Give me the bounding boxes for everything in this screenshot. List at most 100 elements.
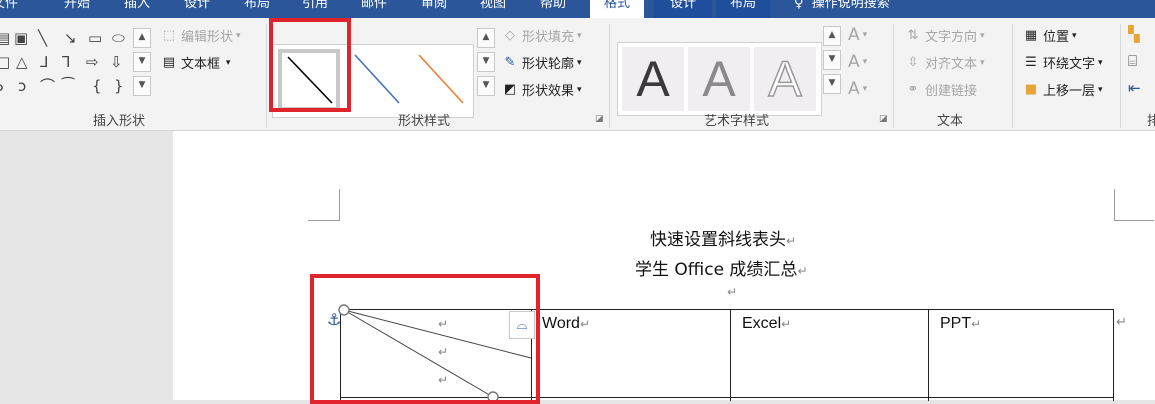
text-box-label: 文本框: [181, 57, 221, 72]
wrap-text-button[interactable]: ☰ 环绕文字 ▾: [1022, 53, 1102, 73]
bring-forward-button[interactable]: ■ 上移一层 ▾: [1022, 80, 1103, 100]
wordart-more-button[interactable]: ▼: [823, 74, 841, 94]
tab-file[interactable]: 文件: [0, 0, 18, 18]
align-text-button[interactable]: ⇳ 对齐文本 ▾: [904, 53, 985, 73]
style-more-button[interactable]: ▼: [477, 76, 495, 96]
wordart-style-gray[interactable]: A: [688, 47, 750, 111]
shape-effects-label: 形状效果: [522, 84, 575, 99]
shape-textbox-icon[interactable]: ▣: [14, 30, 28, 46]
text-fill-icon: A: [848, 25, 860, 45]
text-box-button[interactable]: ▤ 文本框 ▾: [160, 53, 231, 73]
tab-insert[interactable]: 插入: [124, 0, 150, 18]
shape-curve-icon[interactable]: ʖ: [0, 78, 4, 94]
tell-me-search[interactable]: ♀ 操作说明搜索: [794, 0, 890, 18]
shape-elbow-icon[interactable]: ⅃: [40, 54, 48, 70]
shape-right-brace-icon[interactable]: }: [114, 78, 124, 94]
paragraph-mark: ↵: [786, 234, 797, 248]
group-label-shape-styles: 形状样式: [398, 114, 451, 129]
shape-wave-icon[interactable]: ⁀: [62, 78, 74, 94]
shape-style-orange-line[interactable]: [409, 49, 471, 111]
shape-left-brace-icon[interactable]: {: [92, 78, 102, 94]
text-fill-button[interactable]: A ▾: [848, 25, 867, 45]
style-scroll-down-button[interactable]: ▼: [477, 52, 495, 72]
shape-rect-icon[interactable]: ▭: [88, 30, 102, 46]
create-link-button[interactable]: ⚭ 创建链接: [904, 80, 977, 100]
position-icon: ▦: [1024, 27, 1038, 43]
crop-mark-right-vertical: [1114, 189, 1115, 221]
wordart-scroll-down-button[interactable]: ▼: [823, 50, 841, 70]
shape-triangle-icon[interactable]: △: [16, 54, 28, 70]
title-line2-text: 学生 Office 成绩汇总: [635, 260, 798, 280]
shape-line-icon[interactable]: ╲: [38, 30, 47, 46]
shape-fill-button[interactable]: ◇ 形状填充 ▾: [501, 26, 582, 46]
effects-icon: ◩: [503, 81, 517, 97]
row-end-mark: ↵: [1116, 315, 1127, 330]
wordart-style-outline[interactable]: A: [754, 47, 816, 111]
wrap-text-icon: ☰: [1025, 54, 1037, 70]
edit-shape-button[interactable]: ⬚ 编辑形状 ▾: [160, 26, 241, 46]
text-effects-button[interactable]: A ▾: [848, 79, 867, 99]
tab-layout[interactable]: 布局: [244, 0, 270, 18]
text-effects-icon: A: [848, 79, 860, 99]
document-title-line2[interactable]: 学生 Office 成绩汇总↵: [635, 255, 808, 280]
shape-down-arrow-icon[interactable]: ⇩: [110, 54, 123, 70]
shape-rectangle-icon[interactable]: ▤: [0, 30, 10, 46]
shapes-more-button[interactable]: ▼: [133, 76, 151, 96]
align-objects-icon[interactable]: ⇤: [1128, 80, 1141, 96]
header-cell-word[interactable]: Word↵: [542, 315, 590, 333]
tab-home[interactable]: 开始: [64, 0, 90, 18]
text-direction-button[interactable]: ⇅ 文字方向 ▾: [904, 26, 985, 46]
tab-help[interactable]: 帮助: [540, 0, 566, 18]
shapes-scroll-down-button[interactable]: ▼: [133, 52, 151, 72]
group-divider: [1012, 24, 1013, 128]
cell-mark: ↵: [971, 317, 982, 331]
shapes-scroll-up-button[interactable]: ▲: [133, 28, 151, 48]
shape-styles-dialog-launcher-icon[interactable]: ◪: [595, 114, 604, 124]
shape-right-arrow-icon[interactable]: ⇨: [86, 54, 99, 70]
tab-review[interactable]: 审阅: [421, 0, 447, 18]
header-cell-excel[interactable]: Excel↵: [742, 315, 791, 333]
position-button[interactable]: ▦ 位置 ▾: [1022, 26, 1077, 46]
shape-outline-button[interactable]: ✎ 形状轮廓 ▾: [501, 53, 582, 73]
paragraph-mark: ↵: [727, 285, 738, 299]
wrap-text-label: 环绕文字: [1043, 57, 1096, 72]
tab-references[interactable]: 引用: [302, 0, 328, 18]
document-title-line1[interactable]: 快速设置斜线表头↵: [650, 225, 796, 250]
tab-mailings[interactable]: 邮件: [361, 0, 387, 18]
shape-fill-label: 形状填充: [522, 30, 575, 45]
text-outline-button[interactable]: A ▾: [848, 52, 867, 72]
style-scroll-up-button[interactable]: ▲: [477, 28, 495, 48]
text-direction-icon: ⇅: [907, 27, 919, 43]
paint-bucket-icon: ◇: [505, 27, 515, 43]
position-label: 位置: [1043, 30, 1070, 45]
tab-view[interactable]: 视图: [480, 0, 506, 18]
tab-table-layout[interactable]: 布局: [716, 0, 771, 18]
highlight-box-style-selected: [269, 18, 351, 112]
bring-forward-label: 上移一层: [1043, 84, 1096, 99]
shape-square-icon[interactable]: □: [0, 54, 10, 70]
header-cell-ppt[interactable]: PPT↵: [940, 315, 981, 333]
align-text-icon: ⇳: [907, 54, 919, 70]
group-label-wordart: 艺术字样式: [704, 114, 770, 129]
tab-table-design[interactable]: 设计: [654, 0, 713, 18]
crop-mark-left-horizontal: [308, 220, 340, 221]
header-word-text: Word: [542, 315, 580, 332]
send-backward-icon[interactable]: ▚: [1128, 26, 1140, 42]
tab-design[interactable]: 设计: [184, 0, 210, 18]
align-text-label: 对齐文本: [925, 57, 978, 72]
shape-oval-icon[interactable]: ⬭: [112, 30, 125, 46]
tab-format[interactable]: 格式: [590, 0, 645, 18]
wordart-dialog-launcher-icon[interactable]: ◪: [879, 114, 888, 124]
wordart-gallery[interactable]: A A A: [617, 42, 822, 116]
title-line1-text: 快速设置斜线表头: [650, 230, 786, 250]
wordart-style-dark[interactable]: A: [622, 47, 684, 111]
shape-arrow-line-icon[interactable]: ↘: [64, 30, 77, 46]
text-outline-icon: A: [848, 52, 860, 72]
selection-pane-icon[interactable]: ⌸: [1128, 53, 1137, 69]
shape-effects-button[interactable]: ◩ 形状效果 ▾: [501, 80, 582, 100]
shape-style-blue-line[interactable]: [345, 49, 407, 111]
shape-connector-icon[interactable]: ⅂: [62, 54, 70, 70]
shape-arc-icon[interactable]: ⌒: [40, 78, 55, 94]
wordart-scroll-up-button[interactable]: ▲: [823, 26, 841, 46]
shape-freeform-icon[interactable]: ↄ: [18, 78, 26, 94]
